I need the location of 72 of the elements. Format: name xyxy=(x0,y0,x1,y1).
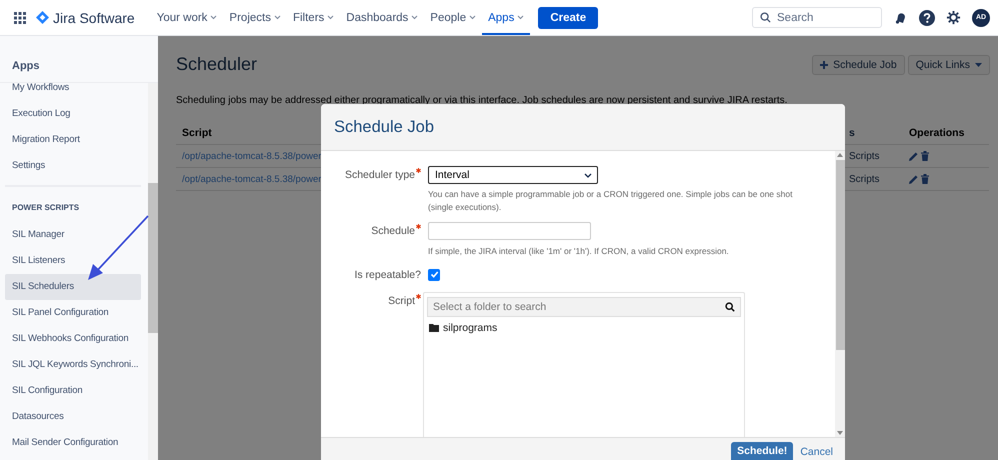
field-label: Is repeatable? xyxy=(354,268,421,280)
scrollbar[interactable] xyxy=(148,83,158,460)
table-cell: Scripts xyxy=(849,174,880,184)
create-button[interactable]: Create xyxy=(538,6,598,28)
product-name[interactable]: Jira Software xyxy=(53,10,135,26)
sidebar-item[interactable]: SIL Schedulers xyxy=(5,274,141,300)
sidebar-item[interactable]: Datasources xyxy=(5,404,141,430)
caret-icon xyxy=(975,62,982,66)
chevron-icon xyxy=(210,15,218,20)
schedule-input[interactable] xyxy=(428,222,591,240)
schedule-job-button[interactable]: Schedule Job xyxy=(812,54,905,74)
nav-tab[interactable]: Projects xyxy=(223,0,287,35)
column-header: Script xyxy=(181,127,213,139)
page-description: Scheduling jobs may be addressed either programatically or via this interface. Job schedules are now persistent and survive JIRA restarts. xyxy=(176,95,788,106)
scheduler-type-dropdown[interactable]: Interval xyxy=(428,166,598,184)
folder-icon xyxy=(429,324,439,332)
chevron-icon xyxy=(584,172,592,178)
chevron-icon xyxy=(469,15,476,20)
sidebar-item[interactable]: SIL Manager xyxy=(5,222,141,248)
sidebar-item[interactable]: SIL Configuration xyxy=(5,378,141,404)
search-icon xyxy=(725,302,735,312)
repeatable-checkbox[interactable] xyxy=(428,268,440,280)
app-grid-icon[interactable] xyxy=(14,12,26,24)
cancel-link[interactable]: Cancel xyxy=(800,446,833,460)
nav-tab[interactable]: Filters xyxy=(286,0,340,35)
nav-tab[interactable]: Dashboards xyxy=(340,0,424,35)
folder-item[interactable]: silprograms xyxy=(443,322,498,334)
search-icon xyxy=(760,12,771,23)
settings-icon[interactable] xyxy=(946,10,961,25)
search-field[interactable]: Search xyxy=(752,7,882,28)
edit-icon[interactable] xyxy=(909,152,918,160)
sidebar-item[interactable]: Mail Sender Configuration xyxy=(5,430,141,456)
sidebar-item[interactable]: SIL Listeners xyxy=(5,248,141,274)
logo-icon xyxy=(36,11,49,24)
nav-tab[interactable]: Your work xyxy=(150,0,224,35)
plus-icon xyxy=(820,60,828,68)
scrollbar[interactable] xyxy=(835,151,845,437)
sidebar-item[interactable]: My Workflows xyxy=(5,75,141,101)
field-hint: You can have a simple programmable job or a CRON triggered one. Simple jobs can be one shot (single executions). xyxy=(428,188,794,214)
edit-icon[interactable] xyxy=(909,174,918,184)
delete-icon[interactable] xyxy=(921,174,929,184)
sidebar-item[interactable]: SIL Webhooks Configuration xyxy=(5,326,141,352)
scroll-down-icon[interactable] xyxy=(837,431,843,435)
sidebar-item[interactable]: SIL JQL Keywords Synchroni... xyxy=(5,352,141,378)
folder-search-field[interactable]: Select a folder to search xyxy=(427,297,741,317)
dialog-title: Schedule Job xyxy=(334,118,434,136)
chevron-icon xyxy=(327,15,334,20)
field-label: Schedule xyxy=(371,225,415,237)
section-heading: POWER SCRIPTS xyxy=(5,185,141,222)
page-title: Scheduler xyxy=(176,54,258,75)
sidebar-item[interactable]: Settings xyxy=(5,153,141,179)
delete-icon[interactable] xyxy=(921,151,929,161)
chevron-icon xyxy=(274,15,281,20)
field-label: Script xyxy=(388,295,415,307)
sidebar-item[interactable]: Execution Log xyxy=(5,101,141,127)
table-cell: Scripts xyxy=(849,150,880,162)
sidebar-title: Apps xyxy=(11,59,40,74)
column-header: s xyxy=(849,127,856,139)
bell-icon[interactable] xyxy=(894,10,908,24)
chevron-icon xyxy=(411,15,418,20)
sidebar-item[interactable]: SIL Panel Configuration xyxy=(5,300,141,326)
sidebar-item[interactable]: Migration Report xyxy=(5,127,141,153)
arrow-drawing xyxy=(88,215,149,280)
quick-links-button[interactable]: Quick Links xyxy=(908,54,990,74)
nav-tab[interactable]: People xyxy=(424,0,482,35)
scroll-up-icon[interactable] xyxy=(837,153,843,157)
help-icon[interactable] xyxy=(919,10,935,26)
field-label: Scheduler type xyxy=(344,169,415,181)
field-hint: If simple, the JIRA interval (like '1m' or '1h'). If CRON, a valid CRON expression. xyxy=(428,244,730,258)
schedule-button[interactable]: Schedule! xyxy=(731,442,794,460)
column-header: Operations xyxy=(909,127,966,139)
chevron-icon xyxy=(517,15,524,20)
